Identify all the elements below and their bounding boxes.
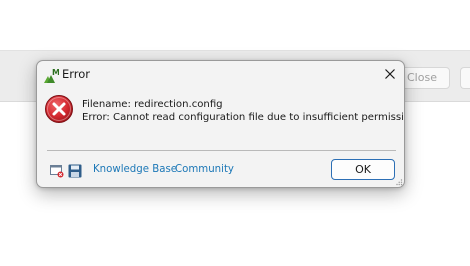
background-button-edge <box>460 67 470 89</box>
message-error: Error: Cannot read configuration file du… <box>82 112 405 123</box>
error-icon <box>45 95 73 123</box>
message-filename: Filename: redirection.config <box>82 99 223 110</box>
knowledge-base-link[interactable]: Knowledge Base <box>93 164 177 175</box>
dialog-titlebar[interactable]: M Error <box>37 61 404 87</box>
background-close-button[interactable]: Close <box>398 67 450 89</box>
details-window-icon[interactable] <box>50 164 64 178</box>
dialog-title: Error <box>62 67 91 81</box>
resize-grip-icon[interactable] <box>395 178 403 186</box>
ok-button[interactable]: OK <box>331 159 395 180</box>
close-icon[interactable] <box>382 66 398 82</box>
community-link[interactable]: Community <box>175 164 234 175</box>
error-message: Filename: redirection.config Error: Cann… <box>82 98 405 124</box>
svg-text:M: M <box>52 68 59 77</box>
app-logo-icon: M <box>44 68 59 83</box>
error-dialog: M Error Filename: redirection.config Err… <box>36 60 405 188</box>
save-icon[interactable] <box>68 164 82 178</box>
footer-separator <box>47 150 396 151</box>
